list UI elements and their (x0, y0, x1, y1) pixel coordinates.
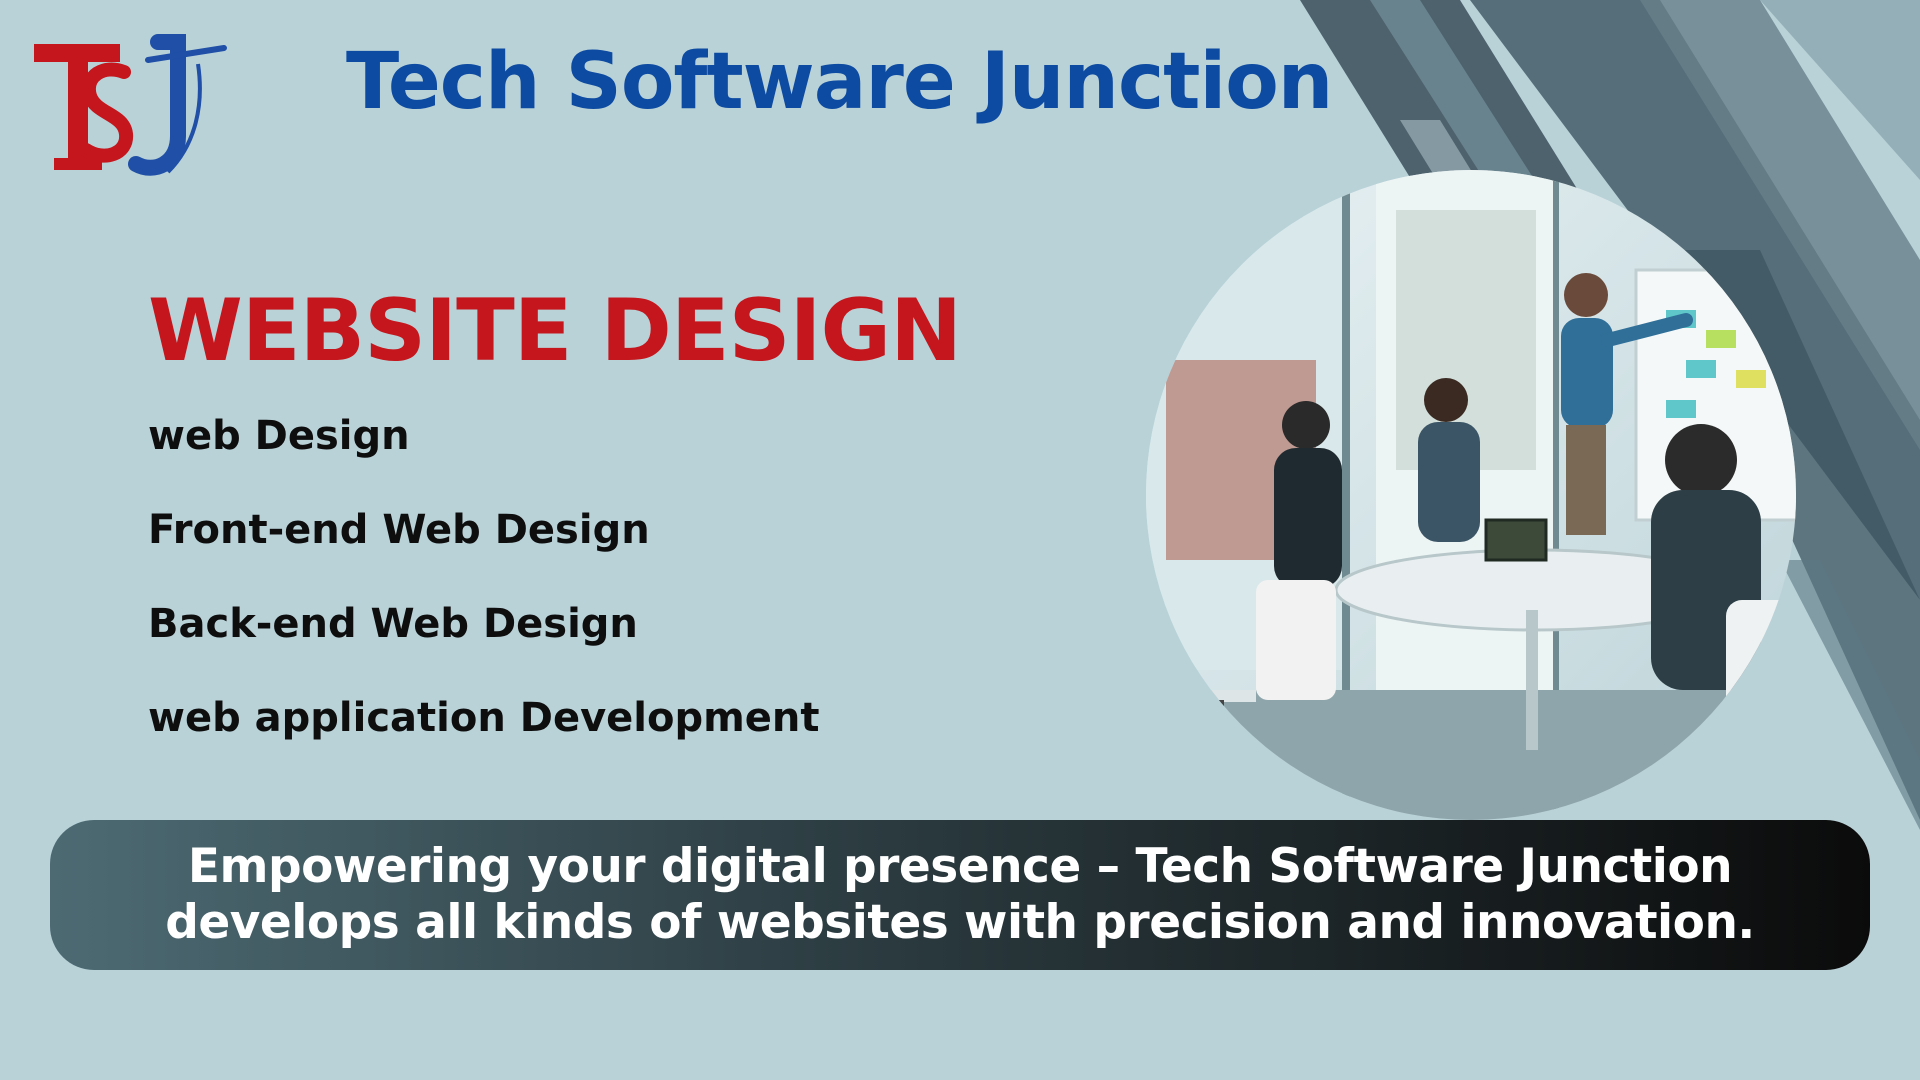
brand-title: Tech Software Junction (346, 37, 1333, 127)
tagline-text: Empowering your digital presence – Tech … (165, 839, 1755, 950)
service-item: Back-end Web Design (148, 601, 638, 647)
tagline-banner: Empowering your digital presence – Tech … (50, 820, 1870, 970)
poster-canvas: Tech Software Junction WEBSITE DESIGN we… (0, 0, 1920, 1080)
service-item: web application Development (148, 695, 820, 741)
service-item: Front-end Web Design (148, 507, 650, 553)
services-list: web Design Front-end Web Design Back-end… (148, 408, 820, 784)
section-heading: WEBSITE DESIGN (148, 281, 962, 381)
team-meeting-photo (1146, 170, 1796, 820)
service-item: web Design (148, 413, 410, 459)
tsj-logo (34, 34, 227, 176)
